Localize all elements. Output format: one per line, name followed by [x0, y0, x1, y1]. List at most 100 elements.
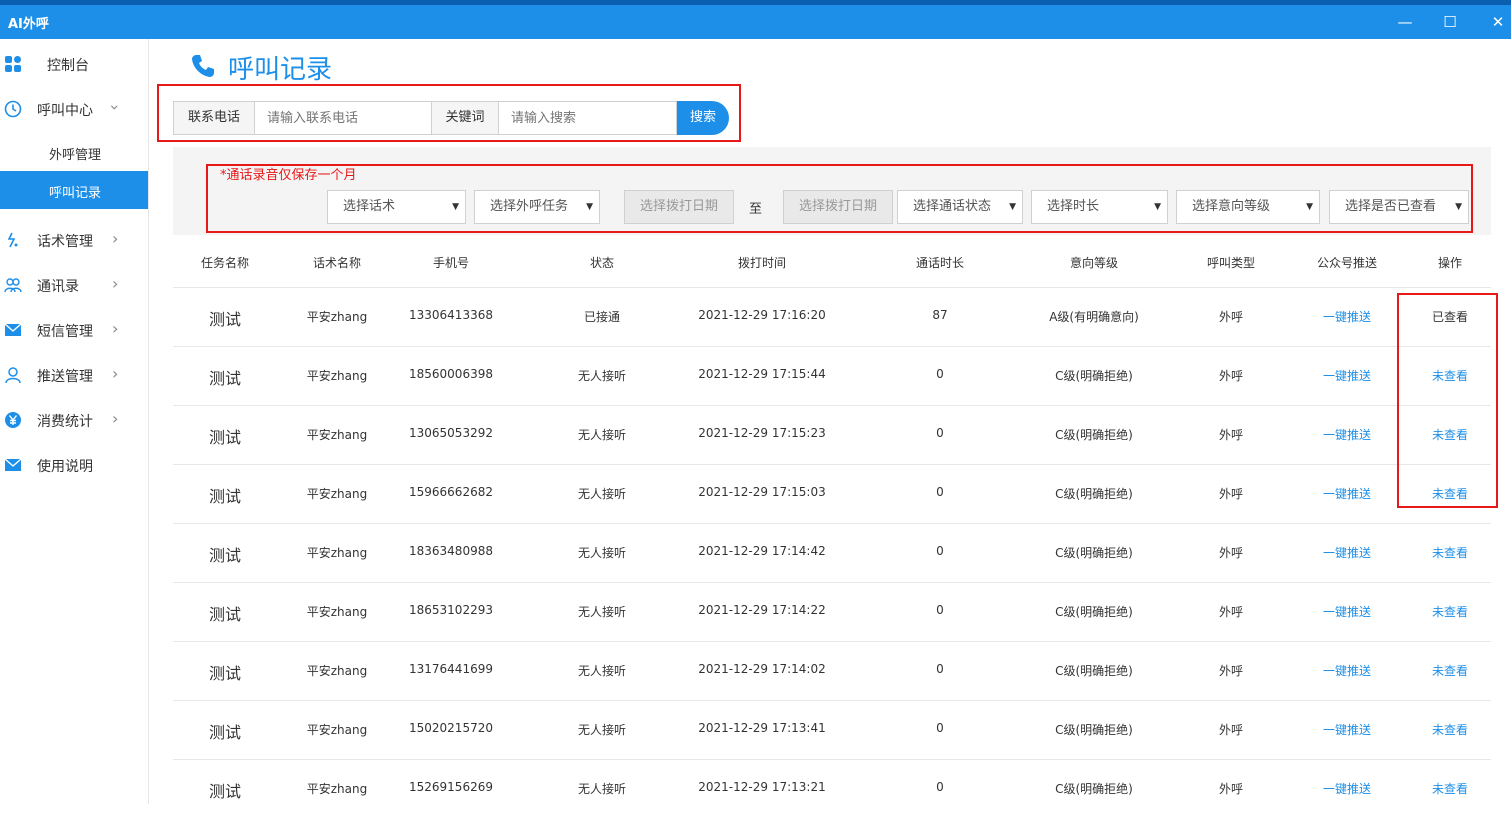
- sidebar-item-label: 话术管理: [37, 234, 93, 250]
- maximize-button[interactable]: ☐: [1438, 11, 1462, 33]
- sidebar-item-label: 消费统计: [37, 414, 93, 430]
- view-status-link[interactable]: 未查看: [1370, 721, 1511, 738]
- column-header: 状态: [589, 256, 614, 270]
- phone-cell: 15966662682: [409, 485, 493, 499]
- sidebar-item-label: 外呼管理: [49, 148, 102, 163]
- view-status-link[interactable]: 未查看: [1370, 780, 1511, 797]
- table-row: 测试 平安zhang 15966662682 无人接听 2021-12-29 17:15…: [173, 464, 1491, 523]
- duration-cell: 0: [936, 544, 944, 558]
- view-status-link[interactable]: 未查看: [1370, 662, 1511, 679]
- table-row: 测试 平安zhang 13176441699 无人接听 2021-12-29 17:14…: [173, 641, 1491, 700]
- sidebar-item-billing[interactable]: 消费统计 ›: [0, 401, 148, 439]
- status-cell: 已接通: [583, 310, 620, 324]
- chevron-down-icon: ›: [105, 104, 125, 111]
- column-header: 操作: [1437, 256, 1462, 270]
- intent-level-cell: C级(明确拒绝): [1055, 782, 1133, 796]
- chevron-right-icon: ›: [112, 319, 119, 338]
- intent-level-cell: C级(明确拒绝): [1055, 487, 1133, 501]
- duration-cell: 0: [936, 603, 944, 617]
- sidebar-item-scripts[interactable]: 话术管理 ›: [0, 221, 148, 259]
- table-row: 测试 平安zhang 18653102293 无人接听 2021-12-29 17:14…: [173, 582, 1491, 641]
- column-header: 公众号推送: [1316, 256, 1377, 270]
- column-header: 任务名称: [200, 256, 249, 270]
- phone-label: 联系电话: [173, 101, 255, 135]
- sidebar-item-label: 使用说明: [37, 459, 93, 475]
- search-button[interactable]: 搜索: [677, 101, 729, 135]
- call-time-cell: 2021-12-29 17:15:44: [698, 367, 826, 381]
- script-icon: [7, 232, 18, 248]
- call-time-cell: 2021-12-29 17:13:21: [698, 780, 826, 794]
- keyword-input[interactable]: [499, 101, 677, 135]
- duration-cell: 0: [936, 721, 944, 735]
- sidebar-item-label: 控制台: [47, 58, 89, 74]
- duration-cell: 0: [936, 780, 944, 794]
- chevron-right-icon: ›: [112, 274, 119, 293]
- status-cell: 无人接听: [577, 782, 626, 796]
- table-row: 测试 平安zhang 15020215720 无人接听 2021-12-29 17:13…: [173, 700, 1491, 759]
- column-header: 意向等级: [1069, 256, 1118, 270]
- column-header: 拨打时间: [737, 256, 786, 270]
- status-cell: 无人接听: [577, 723, 626, 737]
- page-title-text: 呼叫记录: [228, 55, 333, 85]
- phone-icon: [192, 55, 214, 77]
- phone-cell: 18363480988: [409, 544, 493, 558]
- intent-level-cell: C级(明确拒绝): [1055, 428, 1133, 442]
- sidebar: 控制台 呼叫中心 › 外呼管理 呼叫记录 话术管理 › 通讯录 › 短信管理 ›…: [0, 39, 149, 804]
- table-row: 测试 平安zhang 13306413368 已接通 2021-12-29 17:16:…: [173, 287, 1491, 346]
- status-cell: 无人接听: [577, 546, 626, 560]
- view-status-link[interactable]: 未查看: [1370, 544, 1511, 561]
- sidebar-item-sms[interactable]: 短信管理 ›: [0, 311, 148, 349]
- highlight-box-actions: [1397, 293, 1498, 508]
- dashboard-icon: [5, 56, 21, 72]
- view-status-link[interactable]: 未查看: [1370, 603, 1511, 620]
- call-time-cell: 2021-12-29 17:14:42: [698, 544, 826, 558]
- main-content: 呼叫记录 联系电话 关键词 搜索 *通话录音仅保存一个月 选择话术▼ 选择外呼任…: [150, 39, 1511, 804]
- sidebar-item-label: 呼叫记录: [49, 186, 102, 201]
- phone-cell: 13306413368: [409, 308, 493, 322]
- status-cell: 无人接听: [577, 664, 626, 678]
- contacts-icon: [4, 278, 22, 293]
- chevron-right-icon: ›: [112, 409, 119, 428]
- status-cell: 无人接听: [577, 487, 626, 501]
- intent-level-cell: C级(明确拒绝): [1055, 369, 1133, 383]
- call-time-cell: 2021-12-29 17:16:20: [698, 308, 826, 322]
- call-time-cell: 2021-12-29 17:15:03: [698, 485, 826, 499]
- user-icon: [5, 367, 21, 384]
- clock-icon: [4, 100, 22, 118]
- duration-cell: 0: [936, 367, 944, 381]
- sidebar-subitem-call-records[interactable]: 呼叫记录: [0, 171, 148, 209]
- column-header: 呼叫类型: [1206, 256, 1255, 270]
- table-row: 测试 平安zhang 13065053292 无人接听 2021-12-29 17:15…: [173, 405, 1491, 464]
- close-button[interactable]: ✕: [1486, 11, 1510, 33]
- table-row: 测试 平安zhang 15269156269 无人接听 2021-12-29 17:13…: [173, 759, 1491, 818]
- phone-input[interactable]: [255, 101, 432, 135]
- sidebar-item-help[interactable]: 使用说明: [0, 446, 148, 484]
- call-time-cell: 2021-12-29 17:14:02: [698, 662, 826, 676]
- sidebar-item-dashboard[interactable]: 控制台: [0, 45, 148, 83]
- sidebar-item-push[interactable]: 推送管理 ›: [0, 356, 148, 394]
- minimize-button[interactable]: —: [1393, 11, 1417, 33]
- column-header: 话术名称: [312, 256, 361, 270]
- duration-cell: 0: [936, 485, 944, 499]
- highlight-box-filters: [206, 164, 1473, 233]
- phone-cell: 13065053292: [409, 426, 493, 440]
- yen-icon: [5, 412, 21, 428]
- sidebar-item-label: 呼叫中心: [37, 103, 93, 119]
- sidebar-item-label: 推送管理: [37, 369, 93, 385]
- column-header: 手机号: [432, 256, 469, 270]
- status-cell: 无人接听: [577, 369, 626, 383]
- table-header: 任务名称 话术名称 手机号 状态 拨打时间 通话时长 意向等级 呼叫类型 公众号推送 操作: [173, 246, 1491, 286]
- sidebar-item-contacts[interactable]: 通讯录 ›: [0, 266, 148, 304]
- duration-cell: 87: [932, 308, 948, 322]
- sidebar-item-call-center[interactable]: 呼叫中心 ›: [0, 90, 148, 128]
- column-header: 通话时长: [915, 256, 964, 270]
- duration-cell: 0: [936, 426, 944, 440]
- duration-cell: 0: [936, 662, 944, 676]
- phone-cell: 18653102293: [409, 603, 493, 617]
- sidebar-subitem-outbound[interactable]: 外呼管理: [0, 133, 148, 171]
- chevron-right-icon: ›: [112, 364, 119, 383]
- chevron-right-icon: ›: [112, 229, 119, 248]
- table-row: 测试 平安zhang 18560006398 无人接听 2021-12-29 17:15…: [173, 346, 1491, 405]
- mail-icon: [4, 458, 22, 471]
- intent-level-cell: C级(明确拒绝): [1055, 664, 1133, 678]
